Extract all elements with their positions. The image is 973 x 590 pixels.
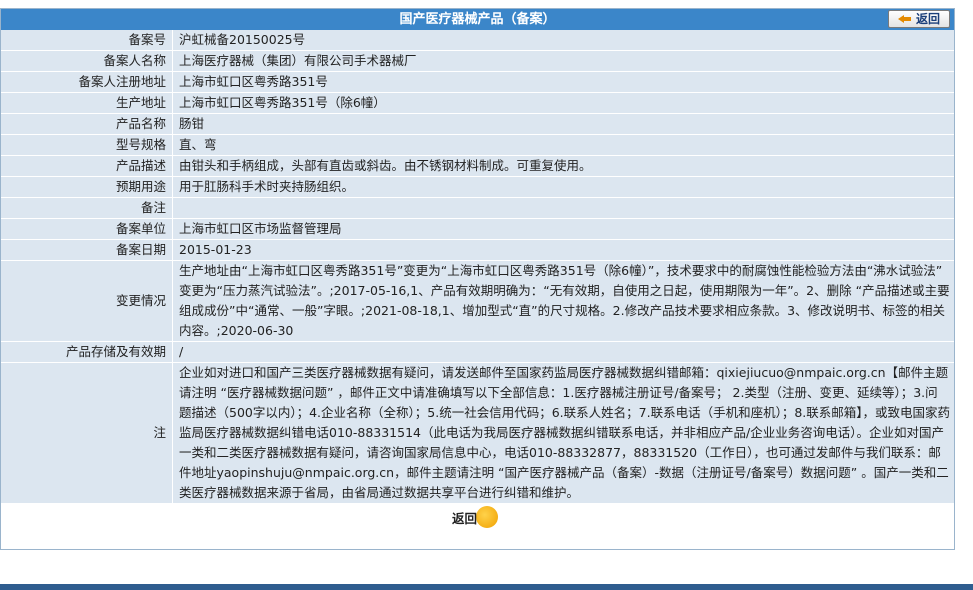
row-value: 生产地址由“上海市虹口区粤秀路351号”变更为“上海市虹口区粤秀路351号（除6… xyxy=(172,260,954,342)
row-value: 上海市虹口区市场监督管理局 xyxy=(172,218,954,240)
table-row: 备案号 沪虹械备20150025号 xyxy=(1,30,954,51)
row-value: 上海市虹口区粤秀路351号（除6幢） xyxy=(172,92,954,114)
page-title: 国产医疗器械产品（备案） xyxy=(399,12,556,27)
row-value: 直、弯 xyxy=(172,134,954,156)
back-button-bottom-label: 返回 xyxy=(452,510,478,526)
row-label: 注 xyxy=(1,362,173,504)
detail-panel: 国产医疗器械产品（备案） 返回 备案号 沪虹械备20150025号 备案人名称 … xyxy=(0,8,955,550)
row-label: 型号规格 xyxy=(1,134,173,156)
footer-strip xyxy=(0,584,973,590)
row-value: 沪虹械备20150025号 xyxy=(172,30,954,51)
row-label: 备案人注册地址 xyxy=(1,71,173,93)
record-table: 备案号 沪虹械备20150025号 备案人名称 上海医疗器械（集团）有限公司手术… xyxy=(1,30,954,504)
table-row: 备注 xyxy=(1,197,954,219)
circle-icon xyxy=(476,506,498,528)
row-value: 肠钳 xyxy=(172,113,954,135)
table-row: 备案日期 2015-01-23 xyxy=(1,239,954,261)
table-row: 备案人注册地址 上海市虹口区粤秀路351号 xyxy=(1,71,954,93)
row-value: 上海医疗器械（集团）有限公司手术器械厂 xyxy=(172,50,954,72)
row-label: 备案号 xyxy=(1,30,173,51)
row-label: 产品存储及有效期 xyxy=(1,341,173,363)
row-label: 备注 xyxy=(1,197,173,219)
row-value: 用于肛肠科手术时夹持肠组织。 xyxy=(172,176,954,198)
title-bar: 国产医疗器械产品（备案） 返回 xyxy=(1,9,954,30)
row-value: 企业如对进口和国产三类医疗器械数据有疑问，请发送邮件至国家药监局医疗器械数据纠错… xyxy=(172,362,954,504)
table-row: 备案人名称 上海医疗器械（集团）有限公司手术器械厂 xyxy=(1,50,954,72)
row-label: 变更情况 xyxy=(1,260,173,342)
row-label: 生产地址 xyxy=(1,92,173,114)
table-row: 变更情况 生产地址由“上海市虹口区粤秀路351号”变更为“上海市虹口区粤秀路35… xyxy=(1,260,954,342)
table-row: 产品名称 肠钳 xyxy=(1,113,954,135)
table-row: 产品存储及有效期 / xyxy=(1,341,954,363)
row-value xyxy=(172,197,954,219)
table-row: 预期用途 用于肛肠科手术时夹持肠组织。 xyxy=(1,176,954,198)
row-label: 产品描述 xyxy=(1,155,173,177)
back-arrow-icon xyxy=(897,14,912,24)
row-value: 由钳头和手柄组成，头部有直齿或斜齿。由不锈钢材料制成。可重复使用。 xyxy=(172,155,954,177)
bottom-bar: 返回 xyxy=(1,504,954,528)
table-row: 型号规格 直、弯 xyxy=(1,134,954,156)
back-button-top-label: 返回 xyxy=(915,11,940,26)
table-row: 产品描述 由钳头和手柄组成，头部有直齿或斜齿。由不锈钢材料制成。可重复使用。 xyxy=(1,155,954,177)
row-label: 预期用途 xyxy=(1,176,173,198)
row-value: 上海市虹口区粤秀路351号 xyxy=(172,71,954,93)
row-label: 备案单位 xyxy=(1,218,173,240)
table-row: 注 企业如对进口和国产三类医疗器械数据有疑问，请发送邮件至国家药监局医疗器械数据… xyxy=(1,362,954,504)
row-label: 产品名称 xyxy=(1,113,173,135)
row-value: / xyxy=(172,341,954,363)
row-label: 备案日期 xyxy=(1,239,173,261)
table-row: 生产地址 上海市虹口区粤秀路351号（除6幢） xyxy=(1,92,954,114)
back-button-bottom[interactable]: 返回 xyxy=(452,506,498,528)
row-label: 备案人名称 xyxy=(1,50,173,72)
table-row: 备案单位 上海市虹口区市场监督管理局 xyxy=(1,218,954,240)
back-button-top[interactable]: 返回 xyxy=(888,10,950,28)
row-value: 2015-01-23 xyxy=(172,239,954,261)
